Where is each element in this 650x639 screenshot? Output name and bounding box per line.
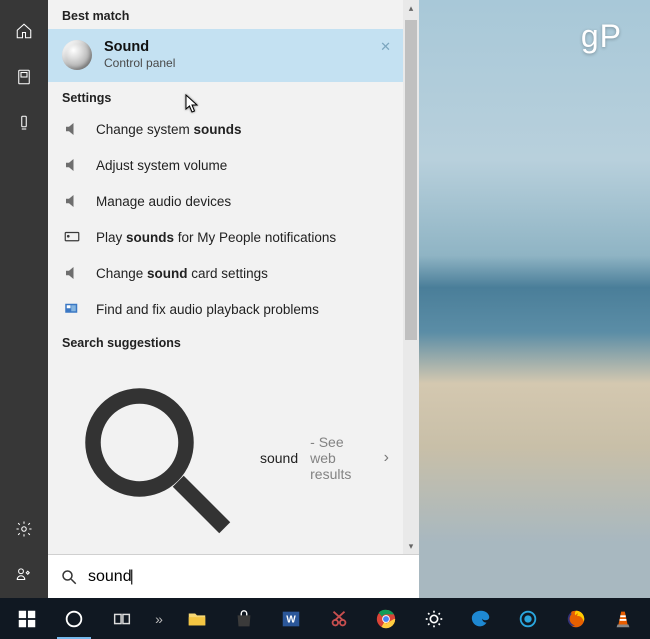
- settings-item[interactable]: Change sound card settings: [48, 255, 403, 291]
- rail-apps-button[interactable]: [0, 54, 48, 100]
- settings-item-label: Adjust system volume: [96, 158, 227, 173]
- search-input[interactable]: sound: [88, 568, 134, 586]
- settings-item-label: Play sounds for My People notifications: [96, 230, 336, 245]
- settings-item[interactable]: Find and fix audio playback problems: [48, 291, 403, 327]
- search-box[interactable]: sound: [48, 554, 419, 598]
- settings-item-label: Change system sounds: [96, 122, 242, 137]
- best-match-title: Sound: [104, 39, 175, 55]
- suggestion-hint: - See web results: [310, 434, 372, 482]
- rail-feedback-button[interactable]: [0, 552, 48, 598]
- edge-button[interactable]: [458, 598, 503, 639]
- snipping-tool-button[interactable]: [316, 598, 361, 639]
- speaker-icon: [62, 119, 82, 139]
- taskbar-overflow[interactable]: »: [146, 611, 172, 627]
- best-match-result[interactable]: Sound Control panel ✕: [48, 29, 403, 82]
- brightness-button[interactable]: [411, 598, 456, 639]
- settings-item[interactable]: Change system sounds: [48, 111, 403, 147]
- word-button[interactable]: W: [269, 598, 314, 639]
- chrome-button[interactable]: [364, 598, 409, 639]
- start-rail: [0, 0, 48, 598]
- scroll-down-arrow[interactable]: ▾: [403, 538, 419, 554]
- sound-icon: [62, 40, 92, 70]
- results-scroll-area: ▴ ▾ Best match Sound Control panel ✕ Set…: [48, 0, 419, 554]
- vlc-button[interactable]: [601, 598, 646, 639]
- chevron-right-icon: ›: [384, 449, 389, 467]
- troubleshoot-icon: [62, 299, 82, 319]
- web-suggestion[interactable]: sound - See web results ›: [48, 356, 403, 554]
- rail-settings-button[interactable]: [0, 506, 48, 552]
- speaker-icon: [62, 263, 82, 283]
- settings-item[interactable]: Manage audio devices: [48, 183, 403, 219]
- groove-button[interactable]: [506, 598, 551, 639]
- scroll-up-arrow[interactable]: ▴: [403, 0, 419, 16]
- scroll-thumb[interactable]: [405, 20, 417, 340]
- settings-header: Settings: [48, 82, 403, 111]
- start-button[interactable]: [4, 598, 49, 639]
- rail-devices-button[interactable]: [0, 100, 48, 146]
- settings-item-label: Find and fix audio playback problems: [96, 302, 319, 317]
- best-match-header: Best match: [48, 0, 403, 29]
- notification-icon: [62, 227, 82, 247]
- scrollbar[interactable]: ▴ ▾: [403, 0, 419, 554]
- best-match-subtitle: Control panel: [104, 56, 175, 70]
- search-icon: [60, 568, 78, 586]
- settings-item[interactable]: Adjust system volume: [48, 147, 403, 183]
- cortana-button[interactable]: [51, 598, 96, 639]
- rail-home-button[interactable]: [0, 8, 48, 54]
- watermark-text: gP: [581, 18, 622, 55]
- file-explorer-button[interactable]: [174, 598, 219, 639]
- suggestions-header: Search suggestions: [48, 327, 403, 356]
- task-view-button[interactable]: [99, 598, 144, 639]
- svg-text:W: W: [287, 614, 297, 625]
- taskbar: » W: [0, 598, 650, 639]
- firefox-button[interactable]: [553, 598, 598, 639]
- speaker-icon: [62, 191, 82, 211]
- settings-item-label: Change sound card settings: [96, 266, 268, 281]
- speaker-icon: [62, 155, 82, 175]
- close-icon[interactable]: ✕: [380, 39, 391, 55]
- start-search-panel: ▴ ▾ Best match Sound Control panel ✕ Set…: [0, 0, 419, 598]
- settings-item-label: Manage audio devices: [96, 194, 231, 209]
- suggestion-term: sound: [260, 450, 298, 466]
- settings-item[interactable]: Play sounds for My People notifications: [48, 219, 403, 255]
- store-button[interactable]: [221, 598, 266, 639]
- search-results: ▴ ▾ Best match Sound Control panel ✕ Set…: [48, 0, 419, 598]
